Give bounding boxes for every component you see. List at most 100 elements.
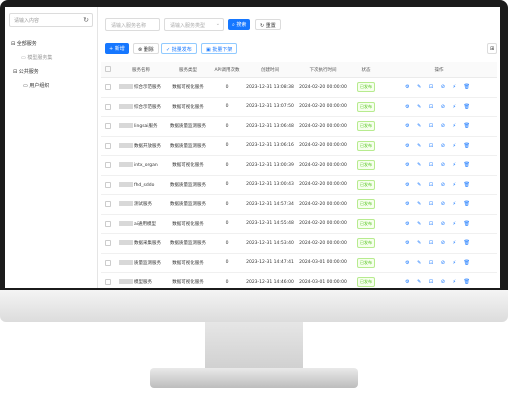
settings-icon[interactable]: ⊞	[487, 43, 498, 54]
api-calls: 0	[209, 175, 245, 195]
avatar	[119, 84, 133, 90]
tree-search-input[interactable]: 请输入内容 ↻	[9, 13, 93, 27]
service-type: 数据可视化服务	[167, 214, 209, 234]
row-checkbox[interactable]	[105, 220, 111, 227]
service-name: 数据采集服务	[134, 241, 161, 247]
avatar	[119, 181, 133, 187]
row-actions[interactable]: ⚙ ✎ ⊡ ⊘ ⚡ 🗑	[381, 214, 497, 234]
next-run-time: 2024-02-20 00:00:00	[295, 77, 351, 98]
row-checkbox[interactable]	[105, 240, 111, 246]
status-badge: 已发布	[357, 238, 375, 249]
search-icon: ⌕	[232, 22, 235, 28]
row-actions[interactable]: ⚙ ✎ ⊡ ⊘ ⚡ 🗑	[381, 194, 497, 215]
row-actions[interactable]: ⚙ ✎ ⊡ ⊘ ⚡ 🗑	[381, 175, 497, 195]
service-name: 综合示范服务	[134, 104, 161, 110]
tree-node-all[interactable]: ⊟ 全部服务	[11, 40, 37, 47]
api-calls: 0	[209, 194, 245, 215]
created-time: 2023-12-31 13:00:39	[245, 155, 295, 176]
reset-icon: ↻	[260, 23, 265, 29]
table-row: ai通用模型 数据可视化服务 0 2023-12-31 14:55:48 2024-02…	[101, 214, 497, 234]
row-actions[interactable]: ⚙ ✎ ⊡ ⊘ ⚡ 🗑	[381, 97, 497, 117]
api-calls: 0	[209, 97, 245, 117]
avatar	[119, 201, 133, 207]
service-name-input[interactable]: 请输入服务名称	[105, 18, 160, 31]
service-type: 数据可视化服务	[167, 97, 209, 117]
batch-publish-button[interactable]: ✓ 批量发布	[161, 43, 197, 54]
refresh-icon[interactable]: ↻	[83, 16, 89, 24]
row-actions[interactable]: ⚙ ✎ ⊡ ⊘ ⚡ 🗑	[381, 155, 497, 176]
created-time: 2023-12-31 13:07:50	[245, 97, 295, 117]
table-row: 模型服务 数据可视化服务 0 2023-12-31 14:46:00 2024-03-0…	[101, 272, 497, 288]
row-checkbox[interactable]	[105, 142, 111, 149]
col-type: 服务类型	[167, 62, 209, 78]
screen: 请输入内容 ↻ ⊟ 全部服务 ▭ 模型服务集 ⊟ 公共服务 ▭ 用户组织 请输入…	[5, 7, 500, 288]
tree-node-model[interactable]: ▭ 模型服务集	[21, 54, 52, 61]
table-row: fhd_sddo 数据质量监测服务 0 2023-12-31 13:00:43 2024…	[101, 175, 497, 195]
service-type: 数据可视化服务	[167, 272, 209, 288]
status-badge: 已发布	[357, 101, 375, 112]
row-actions[interactable]: ⚙ ✎ ⊡ ⊘ ⚡ 🗑	[381, 77, 497, 98]
reset-button[interactable]: ↻ 重置	[255, 19, 281, 30]
tree-node-public[interactable]: ⊟ 公共服务	[13, 68, 39, 75]
status-badge: 已发布	[357, 257, 375, 268]
service-name: 模型服务	[134, 280, 152, 286]
row-checkbox[interactable]	[105, 201, 111, 207]
row-checkbox[interactable]	[105, 123, 111, 129]
row-checkbox[interactable]	[105, 162, 111, 168]
avatar	[119, 220, 133, 226]
created-time: 2023-12-31 14:47:41	[245, 253, 295, 273]
status-badge: 已发布	[357, 160, 375, 171]
row-actions[interactable]: ⚙ ✎ ⊡ ⊘ ⚡ 🗑	[381, 272, 497, 288]
avatar	[119, 123, 133, 129]
tree-search-placeholder: 请输入内容	[14, 18, 40, 24]
row-checkbox[interactable]	[105, 259, 111, 266]
row-checkbox[interactable]	[105, 279, 111, 285]
table-row: 测试服务 数据质量监测服务 0 2023-12-31 14:57:34 2024-02-…	[101, 194, 497, 215]
next-run-time: 2024-02-20 00:00:00	[295, 214, 351, 234]
table-header: 服务名称 服务类型 API调用次数 创建时间 下次执行时间 状态 操作	[101, 62, 497, 78]
batch-unpublish-button[interactable]: ▣ 批量下架	[201, 43, 238, 54]
service-name: ai通用模型	[134, 221, 157, 227]
created-time: 2023-12-31 13:06:16	[245, 136, 295, 156]
created-time: 2023-12-31 13:06:48	[245, 116, 295, 137]
next-run-time: 2024-03-01 00:00:00	[295, 272, 351, 288]
api-calls: 0	[209, 155, 245, 176]
row-actions[interactable]: ⚙ ✎ ⊡ ⊘ ⚡ 🗑	[381, 233, 497, 254]
add-button[interactable]: + 新增	[105, 43, 129, 54]
tree-node-org[interactable]: ▭ 用户组织	[23, 82, 49, 89]
service-type: 数据质量监测服务	[167, 194, 209, 215]
row-actions[interactable]: ⚙ ✎ ⊡ ⊘ ⚡ 🗑	[381, 136, 497, 156]
service-name: 综合示范服务	[134, 85, 161, 91]
service-name: intx_organ	[134, 163, 158, 169]
table-row: lingsai服务 数据质量监测服务 0 2023-12-31 13:06:48 202…	[101, 116, 497, 137]
row-actions[interactable]: ⚙ ✎ ⊡ ⊘ ⚡ 🗑	[381, 253, 497, 273]
search-button[interactable]: ⌕ 搜索	[228, 19, 251, 30]
api-calls: 0	[209, 253, 245, 273]
created-time: 2023-12-31 14:53:40	[245, 233, 295, 254]
row-checkbox[interactable]	[105, 84, 111, 90]
created-time: 2023-12-31 14:57:34	[245, 194, 295, 215]
created-time: 2023-12-31 13:00:43	[245, 175, 295, 195]
next-run-time: 2024-02-20 00:00:00	[295, 175, 351, 195]
avatar	[119, 142, 133, 148]
table-row: intx_organ 数据可视化服务 0 2023-12-31 13:00:39 202…	[101, 155, 497, 176]
delete-icon: ⊗	[138, 47, 143, 53]
row-checkbox[interactable]	[105, 103, 111, 110]
table-row: 数据采集服务 数据质量监测服务 0 2023-12-31 14:53:40 2024-0…	[101, 233, 497, 254]
service-name: 质量监测服务	[134, 260, 161, 266]
service-name: fhd_sddo	[134, 182, 155, 188]
status-badge: 已发布	[357, 140, 375, 151]
row-actions[interactable]: ⚙ ✎ ⊡ ⊘ ⚡ 🗑	[381, 116, 497, 137]
api-calls: 0	[209, 272, 245, 288]
delete-button[interactable]: ⊗ 删除	[133, 43, 159, 54]
service-type: 数据可视化服务	[167, 77, 209, 98]
service-type: 数据可视化服务	[167, 253, 209, 273]
row-checkbox[interactable]	[105, 181, 111, 188]
api-calls: 0	[209, 136, 245, 156]
table-row: 综合示范服务 数据可视化服务 0 2023-12-31 13:07:50 2024-02…	[101, 97, 497, 117]
service-type-select[interactable]: 请输入服务类型 ⌄	[164, 18, 224, 31]
created-time: 2023-12-31 14:46:00	[245, 272, 295, 288]
select-all-checkbox[interactable]	[105, 66, 111, 73]
api-calls: 0	[209, 116, 245, 137]
service-name: 数据开放服务	[134, 143, 161, 149]
